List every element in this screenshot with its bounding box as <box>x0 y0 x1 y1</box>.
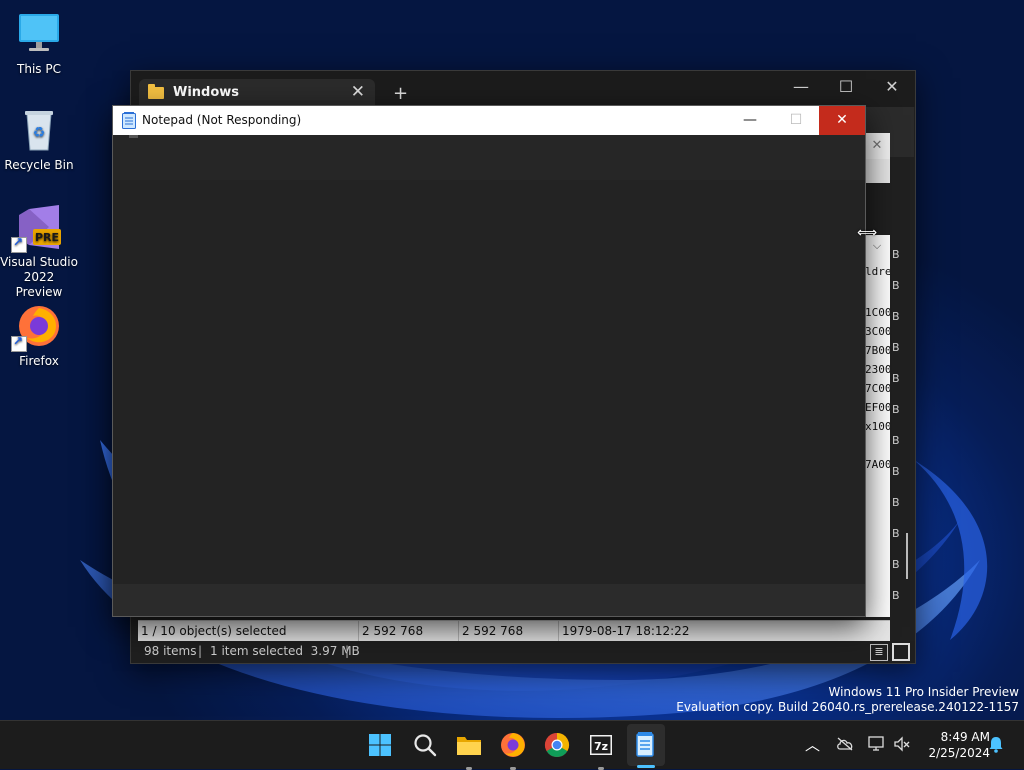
status-divider <box>358 621 359 642</box>
clock-time: 8:49 AM <box>940 730 990 744</box>
size-suffix: B <box>892 589 900 602</box>
volume-muted-icon[interactable] <box>893 736 911 752</box>
chevron-up-icon[interactable]: ︿ <box>805 734 820 755</box>
minimize-button[interactable]: — <box>781 77 821 96</box>
inner-window-title: ✕ <box>864 133 890 159</box>
maximize-button[interactable]: ☐ <box>773 106 819 135</box>
minimize-button[interactable]: — <box>727 106 773 135</box>
address-bar <box>864 159 890 183</box>
list-cell: 2300 <box>865 363 890 376</box>
status-size: 2 592 768 <box>362 624 424 638</box>
maximize-button[interactable]: ☐ <box>826 77 866 96</box>
list-cell: 7C00 <box>865 382 890 395</box>
notepad-taskbar-icon[interactable] <box>629 729 661 761</box>
tab-close-icon[interactable]: ✕ <box>351 82 365 102</box>
windows-start-icon[interactable] <box>364 729 396 761</box>
onedrive-offline-icon[interactable] <box>836 737 854 751</box>
notepad-ghost-mark <box>129 135 138 138</box>
svg-text:♻: ♻ <box>33 125 46 141</box>
shortcut-arrow-icon <box>11 235 27 253</box>
item-count: 98 items <box>144 644 197 658</box>
watermark-edition: Windows 11 Pro Insider Preview <box>828 685 1019 699</box>
clock[interactable]: 8:49 AM 2/25/2024 <box>920 729 990 761</box>
size-suffix: B <box>892 465 900 478</box>
size-suffix: B <box>892 248 900 261</box>
taskbar: 7z ︿ 8:49 AM 2/25/2024 <box>0 720 1024 770</box>
size-suffix: B <box>892 279 900 292</box>
notification-bell-icon[interactable] <box>988 735 1004 753</box>
archive-file-list[interactable]: ldres 1C00 3C00 7B00 2300 7C00 EF00 x100… <box>864 257 890 617</box>
size-suffix: B <box>892 310 900 323</box>
close-button[interactable]: ✕ <box>872 77 912 96</box>
notepad-titlebar[interactable]: Notepad (Not Responding) — ☐ ✕ <box>113 106 865 135</box>
7zip-label: 7z <box>594 740 608 753</box>
desktop-icon-visual-studio[interactable]: PRE Visual Studio 2022 Preview <box>0 203 78 300</box>
folder-icon <box>148 84 164 99</box>
details-view-button[interactable]: ≣ <box>870 644 888 661</box>
scrollbar-thumb[interactable] <box>906 533 908 579</box>
desktop-icon-label: This PC <box>17 62 61 76</box>
desktop-icon-recycle-bin[interactable]: ♻ Recycle Bin <box>0 106 78 173</box>
status-selected: 1 / 10 object(s) selected <box>141 624 287 638</box>
desktop-icon-label: Recycle Bin <box>4 158 74 172</box>
size-suffix: B <box>892 558 900 571</box>
evaluation-watermark: Windows 11 Pro Insider Preview Evaluatio… <box>676 685 1019 715</box>
chrome-icon[interactable] <box>541 729 573 761</box>
status-divider: | <box>345 644 350 658</box>
window-title: Notepad (Not Responding) <box>142 113 302 127</box>
tiles-view-button[interactable] <box>892 643 910 661</box>
notepad-toolbar-area <box>113 135 865 180</box>
notepad-window: Notepad (Not Responding) — ☐ ✕ <box>112 105 866 617</box>
size-suffix: B <box>892 434 900 447</box>
list-cell: x100 <box>865 420 890 433</box>
explorer-status-bar: 98 items | 1 item selected 3.97 MB | ≣ <box>131 641 915 663</box>
list-cell: 7B00 <box>865 344 890 357</box>
file-manager-titlebar: Windows ✕ + — ☐ ✕ <box>131 71 915 107</box>
7zip-icon[interactable]: 7z <box>585 729 617 770</box>
desktop-icon-firefox[interactable]: Firefox <box>0 302 78 369</box>
size-suffix: B <box>892 496 900 509</box>
status-divider: | <box>198 644 203 658</box>
desktop-icon-label: Firefox <box>19 354 59 368</box>
selection-info: 1 item selected 3.97 MB <box>210 644 360 658</box>
list-cell: 7A00 <box>865 458 890 471</box>
notepad-status-bar <box>113 584 865 616</box>
list-cell: 1C00 <box>865 306 890 319</box>
size-suffix: B <box>892 341 900 354</box>
desktop-icon-label: Visual Studio 2022 Preview <box>0 255 78 299</box>
close-button[interactable]: ✕ <box>819 106 865 135</box>
firefox-icon[interactable] <box>497 729 529 770</box>
file-explorer-icon[interactable] <box>453 729 485 770</box>
status-divider <box>558 621 559 642</box>
archive-status-bar: 1 / 10 object(s) selected 2 592 768 2 59… <box>138 620 890 642</box>
pre-badge-text: PRE <box>35 231 59 244</box>
notepad-text-area[interactable] <box>113 135 865 584</box>
desktop-icon-this-pc[interactable]: This PC <box>0 10 78 77</box>
list-cell: 3C00 <box>865 325 890 338</box>
status-modified: 1979-08-17 18:12:22 <box>562 624 690 638</box>
status-divider <box>458 621 459 642</box>
monitor-icon <box>15 10 63 58</box>
column-header-address: ldres <box>865 265 890 278</box>
notepad-icon <box>122 112 136 129</box>
network-icon[interactable] <box>868 736 886 752</box>
watermark-build: Evaluation copy. Build 26040.rs_prerelea… <box>676 700 1019 714</box>
size-suffix: B <box>892 527 900 540</box>
status-packed-size: 2 592 768 <box>462 624 524 638</box>
size-suffix: B <box>892 372 900 385</box>
tab-windows[interactable]: Windows ✕ <box>139 79 375 107</box>
recycle-bin-icon: ♻ <box>15 106 63 154</box>
visual-studio-icon: PRE <box>11 203 63 253</box>
shortcut-arrow-icon <box>11 334 27 352</box>
firefox-icon <box>11 302 63 352</box>
list-cell: EF00 <box>865 401 890 414</box>
resize-cursor-icon: ⟺ <box>857 225 878 241</box>
search-icon[interactable] <box>409 729 441 761</box>
size-suffix: B <box>892 403 900 416</box>
new-tab-button[interactable]: + <box>393 83 408 104</box>
tab-label: Windows <box>173 85 240 100</box>
clock-date: 2/25/2024 <box>928 746 990 760</box>
